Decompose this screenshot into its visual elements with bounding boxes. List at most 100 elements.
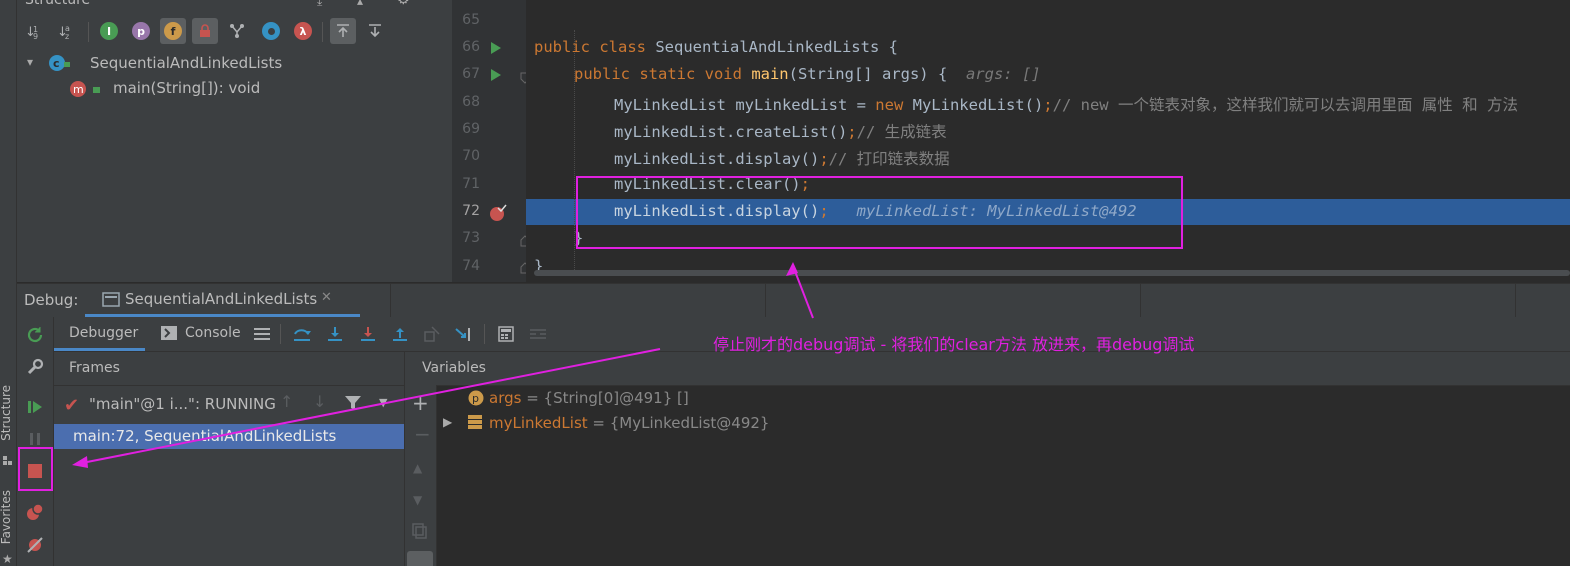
- step-out-icon[interactable]: [389, 324, 411, 344]
- chevron-down-icon[interactable]: ▼: [379, 396, 387, 409]
- debug-side-toolbar: [17, 317, 54, 566]
- debug-session-name: SequentialAndLinkedLists: [125, 290, 318, 308]
- svg-text:p: p: [472, 392, 479, 405]
- glasses-icon[interactable]: [407, 551, 433, 566]
- evaluate-expression-icon[interactable]: [495, 324, 517, 344]
- class-icon: c: [49, 54, 71, 76]
- step-into-icon[interactable]: [324, 324, 346, 344]
- add-watch-icon[interactable]: +: [412, 391, 429, 415]
- code-line-70: myLinkedList.display();// 打印链表数据: [614, 150, 950, 168]
- debug-session-tab[interactable]: SequentialAndLinkedLists ✕: [85, 284, 360, 317]
- frames-header: Frames: [69, 360, 120, 376]
- variables-header: Variables: [422, 360, 486, 376]
- line-number: 74: [462, 258, 480, 274]
- sort-alphabetically-icon[interactable]: ↓ a z: [54, 18, 80, 44]
- autoscroll-to-source-icon[interactable]: [330, 18, 356, 44]
- code-editor[interactable]: public class SequentialAndLinkedLists { …: [526, 0, 1570, 282]
- force-step-into-icon[interactable]: [357, 324, 379, 344]
- highlight-box: [576, 176, 1183, 249]
- svg-text:9: 9: [33, 32, 38, 40]
- code-line-68: MyLinkedList myLinkedList = new MyLinked…: [614, 96, 1518, 114]
- line-number: 69: [462, 121, 480, 137]
- line-number: 67: [462, 66, 480, 82]
- horizontal-scrollbar[interactable]: [534, 270, 1570, 276]
- trace-stream-icon[interactable]: [527, 324, 549, 344]
- frame-row-selected[interactable]: main:72, SequentialAndLinkedLists: [54, 424, 404, 449]
- remove-watch-icon[interactable]: −: [414, 422, 431, 446]
- variables-toolbar: + − ▲ ▼: [405, 385, 437, 566]
- menu-icon[interactable]: [252, 324, 272, 344]
- param-badge-icon: p: [468, 390, 484, 410]
- chevron-down-icon[interactable]: ▾: [27, 55, 33, 69]
- autoscroll-from-source-icon[interactable]: [362, 18, 388, 44]
- tree-item-method[interactable]: main(String[]): void: [113, 79, 260, 97]
- variable-row[interactable]: args = {String[0]@491} []: [489, 389, 689, 407]
- run-icon[interactable]: [490, 41, 502, 59]
- collapse-icon[interactable]: ▴: [357, 0, 363, 8]
- structure-tab-icon: [3, 452, 13, 465]
- code-line-69: myLinkedList.createList();// 生成链表: [614, 123, 947, 141]
- annotation-text: 停止刚才的debug调试 - 将我们的clear方法 放进来，再debug调试: [713, 335, 1195, 354]
- move-up-icon[interactable]: ▲: [413, 461, 422, 475]
- structure-panel-title: Structure: [25, 0, 91, 8]
- variables-panel: Variables p args = {String[0]@491} [] ▶ …: [405, 335, 1570, 566]
- view-breakpoints-icon[interactable]: [23, 500, 47, 524]
- svg-text:c: c: [53, 57, 60, 70]
- filter-icon[interactable]: [344, 395, 362, 415]
- close-icon[interactable]: ✕: [321, 290, 332, 305]
- thread-selector[interactable]: "main"@1 i...": RUNNING: [89, 395, 276, 413]
- tree-item-class[interactable]: SequentialAndLinkedLists: [90, 54, 282, 72]
- console-icon: [161, 326, 177, 344]
- debug-session-icon: [102, 292, 120, 312]
- show-lambdas-icon[interactable]: λ: [290, 18, 316, 44]
- sort-by-type-icon[interactable]: ↓ 1 9: [22, 18, 48, 44]
- tab-debugger[interactable]: Debugger: [54, 317, 145, 351]
- variable-value: = {String[0]@491} []: [521, 389, 689, 407]
- variable-name: myLinkedList: [489, 414, 588, 432]
- show-non-public-icon[interactable]: [192, 18, 218, 44]
- copy-icon[interactable]: [412, 523, 428, 543]
- wrench-icon[interactable]: [23, 355, 47, 379]
- svg-text:m: m: [73, 83, 84, 96]
- debug-window-header: Debug: SequentialAndLinkedLists ✕: [17, 283, 1570, 318]
- tab-debugger-label: Debugger: [69, 325, 139, 341]
- side-tab-favorites[interactable]: Favorites: [0, 490, 17, 544]
- breakpoint-icon[interactable]: [488, 204, 508, 226]
- resume-icon[interactable]: [23, 395, 47, 419]
- step-over-icon[interactable]: [291, 324, 313, 344]
- mute-breakpoints-icon[interactable]: [23, 533, 47, 557]
- drop-frame-icon[interactable]: [421, 324, 443, 344]
- gear-icon[interactable]: ⚙: [397, 0, 410, 8]
- variable-name: args: [489, 389, 522, 407]
- variable-row[interactable]: myLinkedList = {MyLinkedList@492}: [489, 414, 769, 432]
- show-properties-icon[interactable]: p: [128, 18, 154, 44]
- svg-text:z: z: [65, 32, 69, 40]
- arrow-down-icon[interactable]: ↓: [313, 392, 326, 411]
- rerun-icon[interactable]: [23, 323, 47, 347]
- chevron-right-icon[interactable]: ▶: [443, 415, 452, 429]
- stop-highlight-box: [18, 447, 53, 491]
- frame-label: main:72, SequentialAndLinkedLists: [73, 427, 337, 445]
- editor-gutter: 65 66 67 68 69 70 71 72 73 74: [452, 0, 530, 282]
- show-fields-icon[interactable]: f: [160, 18, 186, 44]
- left-tool-strip: Structure Favorites ★: [0, 0, 17, 566]
- frames-panel: Frames ✔ "main"@1 i...": RUNNING ↑ ↓ ▼ m…: [54, 352, 405, 566]
- run-to-cursor-icon[interactable]: [453, 324, 475, 344]
- run-icon[interactable]: [490, 68, 502, 86]
- field-badge-icon: [468, 415, 482, 433]
- show-inherited-icon[interactable]: I: [96, 18, 122, 44]
- structure-panel: Structure ⤓ ▴ ⚙ ↓ 1 9 ↓ a z I p f λ ▾ c Sequ…: [17, 0, 452, 282]
- line-number: 65: [462, 12, 480, 28]
- side-tab-structure[interactable]: Structure: [0, 385, 17, 441]
- download-icon[interactable]: ⤓: [317, 0, 322, 9]
- line-number: 66: [462, 39, 480, 55]
- show-lambdas-icon-circle[interactable]: [258, 18, 284, 44]
- tab-console[interactable]: Console: [185, 325, 241, 341]
- code-line-67: public static void main(String[] args) {…: [574, 65, 1041, 83]
- method-icon: m: [69, 80, 109, 102]
- show-anonymous-icon[interactable]: [224, 18, 250, 44]
- arrow-up-icon[interactable]: ↑: [280, 392, 293, 411]
- variable-value: = {MyLinkedList@492}: [587, 414, 770, 432]
- move-down-icon[interactable]: ▼: [413, 493, 422, 507]
- line-number: 71: [462, 176, 480, 192]
